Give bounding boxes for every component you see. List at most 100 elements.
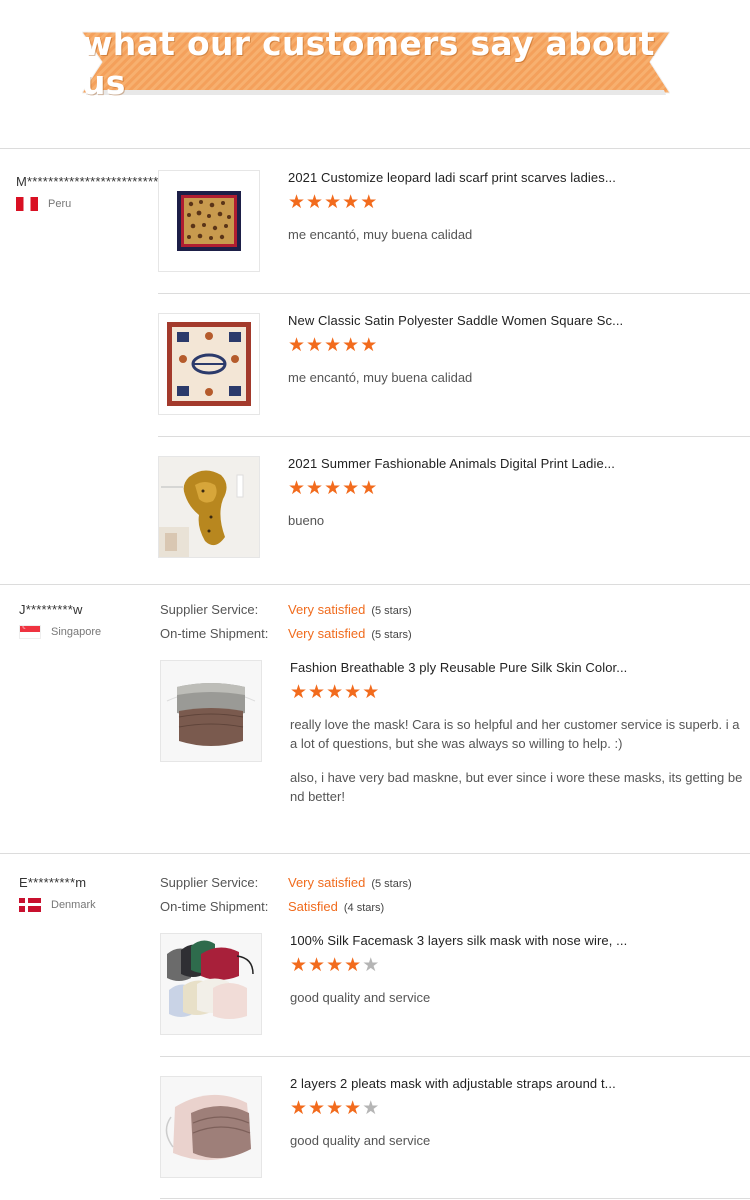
star-filled-icon: ★	[344, 955, 363, 976]
product-image[interactable]	[160, 1076, 262, 1178]
reviewer-info: E*********m Denmark	[19, 875, 96, 912]
supplier-service-row: Supplier Service: Very satisfied (5 stars)	[160, 602, 412, 617]
star-rating: ★★★★★	[290, 683, 380, 703]
stars-count: (5 stars)	[371, 878, 412, 890]
review-comment: good quality and service	[290, 1133, 431, 1148]
item-divider	[158, 436, 750, 437]
star-filled-icon: ★	[324, 478, 343, 499]
leopard-scarf-image	[159, 171, 259, 271]
item-divider	[160, 1056, 750, 1057]
star-empty-icon: ★	[362, 1098, 381, 1119]
star-rating: ★★★★★	[288, 336, 378, 356]
star-filled-icon: ★	[342, 192, 361, 213]
review-comment: me encantó, muy buena calidad	[288, 227, 473, 242]
pleated-mask-image	[161, 1077, 261, 1177]
stars-count: (4 stars)	[343, 902, 385, 914]
comment-line: a lot of questions, but she was always s…	[290, 736, 623, 751]
star-filled-icon: ★	[308, 955, 327, 976]
reviews-banner: what our customers say about us	[82, 23, 670, 102]
reviewer-info: J*********w Singapore	[19, 602, 101, 639]
product-image[interactable]	[158, 313, 260, 415]
item-divider	[160, 1198, 750, 1199]
star-filled-icon: ★	[290, 682, 309, 703]
reviewer-name: M**************************o	[16, 174, 172, 189]
review-divider	[0, 584, 750, 585]
star-filled-icon: ★	[362, 682, 381, 703]
supplier-service-row: Supplier Service: Very satisfied (5 stars)	[160, 875, 412, 890]
satisfaction-value: Very satisfied	[288, 875, 366, 890]
product-image[interactable]	[158, 456, 260, 558]
star-filled-icon: ★	[308, 682, 327, 703]
star-filled-icon: ★	[360, 478, 379, 499]
product-image[interactable]	[158, 170, 260, 272]
star-filled-icon: ★	[306, 478, 325, 499]
silk-mask-image	[161, 661, 261, 761]
singapore-flag-icon	[19, 625, 41, 639]
reviewer-country: Singapore	[19, 625, 101, 639]
star-filled-icon: ★	[288, 192, 307, 213]
star-empty-icon: ★	[362, 955, 381, 976]
product-image[interactable]	[160, 660, 262, 762]
country-label: Peru	[48, 198, 72, 210]
star-rating: ★★★★★	[290, 1099, 380, 1119]
star-filled-icon: ★	[360, 192, 379, 213]
reviewer-name: J*********w	[19, 602, 83, 617]
review-divider	[0, 853, 750, 854]
supplier-service-label: Supplier Service:	[160, 875, 259, 890]
star-filled-icon: ★	[342, 478, 361, 499]
product-image[interactable]	[160, 933, 262, 1035]
star-filled-icon: ★	[290, 955, 309, 976]
star-filled-icon: ★	[288, 478, 307, 499]
review-comment: me encantó, muy buena calidad	[288, 370, 473, 385]
star-filled-icon: ★	[324, 335, 343, 356]
country-label: Singapore	[51, 626, 102, 638]
star-rating: ★★★★★	[288, 479, 378, 499]
reviewer-info: M**************************o Peru	[16, 174, 171, 211]
star-filled-icon: ★	[306, 192, 325, 213]
product-title[interactable]: New Classic Satin Polyester Saddle Women…	[288, 313, 750, 328]
satisfaction-value: Very satisfied	[288, 602, 366, 617]
review-comment: bueno	[288, 513, 325, 528]
ontime-shipment-label: On-time Shipment:	[160, 899, 269, 914]
product-title[interactable]: Fashion Breathable 3 ply Reusable Pure S…	[290, 660, 750, 675]
star-filled-icon: ★	[360, 335, 379, 356]
star-filled-icon: ★	[290, 1098, 309, 1119]
reviewer-country: Denmark	[19, 898, 96, 912]
section-divider	[0, 148, 750, 149]
review-comment: really love the mask! Cara is so helpful…	[290, 715, 750, 821]
star-filled-icon: ★	[288, 335, 307, 356]
star-filled-icon: ★	[344, 1098, 363, 1119]
star-filled-icon: ★	[324, 192, 343, 213]
satisfaction-value: Satisfied	[288, 899, 338, 914]
star-rating: ★★★★★	[290, 956, 380, 976]
product-title[interactable]: 2021 Summer Fashionable Animals Digital …	[288, 456, 750, 471]
ontime-shipment-label: On-time Shipment:	[160, 626, 269, 641]
saddle-scarf-image	[159, 314, 259, 414]
multi-color-masks-image	[161, 934, 261, 1034]
product-title[interactable]: 2 layers 2 pleats mask with adjustable s…	[290, 1076, 750, 1091]
banner-title: what our customers say about us	[82, 23, 655, 102]
animal-scarf-image	[159, 457, 259, 557]
stars-count: (5 stars)	[371, 605, 412, 617]
satisfaction-value: Very satisfied	[288, 626, 366, 641]
comment-line: really love the mask! Cara is so helpful…	[290, 717, 740, 732]
stars-count: (5 stars)	[371, 629, 412, 641]
denmark-flag-icon	[19, 898, 41, 912]
star-filled-icon: ★	[342, 335, 361, 356]
ontime-shipment-row: On-time Shipment: Satisfied (4 stars)	[160, 899, 384, 914]
reviewer-name: E*********m	[19, 875, 87, 890]
item-divider	[158, 293, 750, 294]
product-title[interactable]: 2021 Customize leopard ladi scarf print …	[288, 170, 750, 185]
star-filled-icon: ★	[308, 1098, 327, 1119]
country-label: Denmark	[51, 899, 96, 911]
supplier-service-label: Supplier Service:	[160, 602, 259, 617]
star-rating: ★★★★★	[288, 193, 378, 213]
comment-line: nd better!	[290, 789, 345, 804]
ontime-shipment-row: On-time Shipment: Very satisfied (5 stars)	[160, 626, 412, 641]
star-filled-icon: ★	[344, 682, 363, 703]
peru-flag-icon	[16, 197, 38, 211]
star-filled-icon: ★	[306, 335, 325, 356]
product-title[interactable]: 100% Silk Facemask 3 layers silk mask wi…	[290, 933, 750, 948]
review-comment: good quality and service	[290, 990, 431, 1005]
reviewer-country: Peru	[16, 197, 171, 211]
